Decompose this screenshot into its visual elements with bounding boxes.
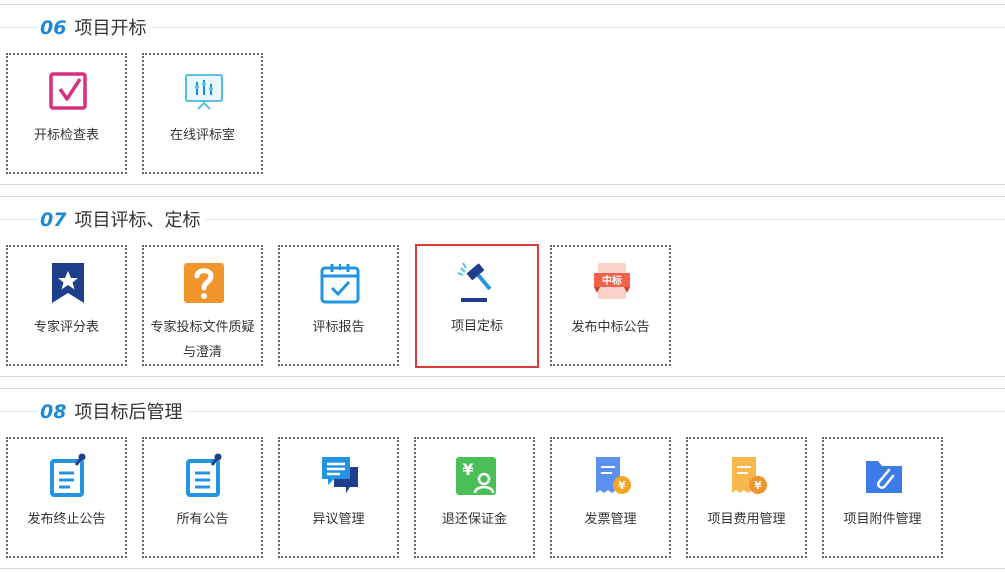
yuan-refund-icon: ¥	[456, 453, 496, 497]
tile-label: 所有公告	[176, 512, 229, 527]
section-number: 08	[40, 401, 67, 423]
tile-label: 发布中标公告	[571, 320, 650, 335]
tile-label: 项目定标	[450, 319, 503, 334]
section-number: 06	[40, 17, 67, 39]
presentation-board-icon	[184, 69, 224, 113]
award-banner-icon: 中标	[592, 261, 632, 305]
tile-expert-score-sheet[interactable]: 专家评分表	[6, 245, 127, 366]
tile-label: 退还保证金	[441, 512, 507, 527]
star-ribbon-icon	[48, 261, 88, 305]
tile-label: 专家评分表	[33, 320, 99, 335]
section-divider	[0, 376, 1005, 377]
award-badge-text: 中标	[602, 274, 622, 287]
section-header-07: 07 项目评标、定标	[0, 205, 1005, 235]
section-number: 07	[40, 209, 67, 231]
receipt-yuan-icon: ¥	[728, 453, 768, 497]
attachment-folder-icon	[864, 453, 904, 497]
section-divider	[0, 196, 1005, 197]
tile-label: 异议管理	[312, 512, 365, 527]
tile-label: 发布终止公告	[27, 512, 106, 527]
tile-label: 专家投标文件质疑与澄清	[150, 320, 255, 360]
tile-publish-award-notice[interactable]: 中标 发布中标公告	[550, 245, 671, 366]
notice-list-pin-icon	[184, 453, 224, 497]
checkbox-icon	[48, 69, 88, 113]
yuan-symbol: ¥	[618, 479, 626, 492]
section-header-06: 06 项目开标	[0, 13, 1005, 43]
section-header-08: 08 项目标后管理	[0, 397, 1005, 427]
section-divider	[0, 568, 1005, 569]
question-mark-icon	[184, 261, 224, 305]
tile-objection-management[interactable]: 异议管理	[278, 437, 399, 558]
tile-label: 在线评标室	[169, 128, 235, 143]
section-title: 项目标后管理	[74, 402, 183, 423]
section-divider	[0, 184, 1005, 185]
tile-all-notices[interactable]: 所有公告	[142, 437, 263, 558]
notice-pin-icon	[48, 453, 88, 497]
section-title: 项目评标、定标	[74, 210, 201, 231]
tile-refund-deposit[interactable]: ¥ 退还保证金	[414, 437, 535, 558]
tile-project-fee-management[interactable]: ¥ 项目费用管理	[686, 437, 807, 558]
tile-label: 开标检查表	[33, 128, 99, 143]
tile-open-bid-checklist[interactable]: 开标检查表	[6, 53, 127, 174]
tile-evaluation-report[interactable]: 评标报告	[278, 245, 399, 366]
tile-publish-termination-notice[interactable]: 发布终止公告	[6, 437, 127, 558]
tile-label: 评标报告	[312, 320, 365, 335]
calendar-check-icon	[320, 261, 360, 305]
section-divider	[0, 4, 1005, 5]
tile-project-award-decision[interactable]: 项目定标	[415, 244, 539, 368]
chat-bubbles-icon	[320, 453, 360, 497]
gavel-icon	[457, 260, 497, 304]
tile-expert-questions-clarification[interactable]: 专家投标文件质疑与澄清	[142, 245, 263, 366]
tile-project-attachment-management[interactable]: 项目附件管理	[822, 437, 943, 558]
tile-label: 发票管理	[584, 512, 637, 527]
tile-online-evaluation-room[interactable]: 在线评标室	[142, 53, 263, 174]
tile-label: 项目附件管理	[843, 512, 922, 527]
section-divider	[0, 388, 1005, 389]
yuan-symbol: ¥	[462, 460, 473, 479]
yuan-symbol: ¥	[754, 479, 762, 492]
tile-label: 项目费用管理	[707, 512, 786, 527]
tile-invoice-management[interactable]: ¥ 发票管理	[550, 437, 671, 558]
section-title: 项目开标	[74, 18, 147, 39]
invoice-icon: ¥	[592, 453, 632, 497]
